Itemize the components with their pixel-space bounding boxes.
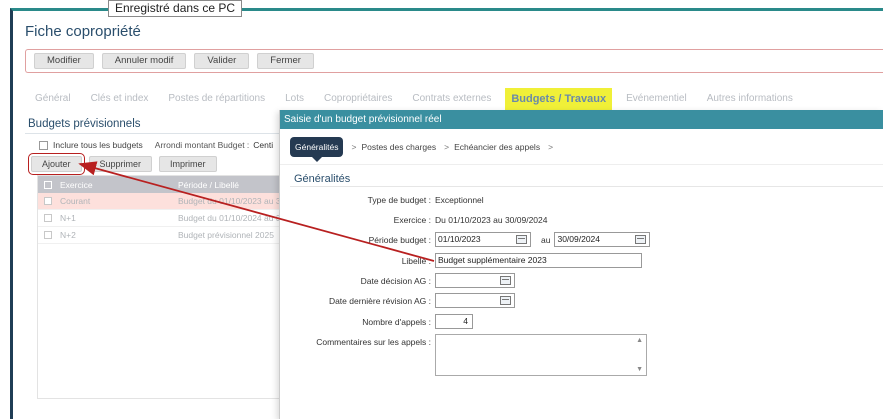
periode-start-field[interactable]: 01/10/2023 xyxy=(435,232,531,247)
libelle-label: Libellé : xyxy=(401,255,431,266)
type-label: Type de budget : xyxy=(367,195,431,205)
periode-au-label: au xyxy=(541,234,551,245)
budget-dialog: Saisie d'un budget prévisionnel réel Gén… xyxy=(279,110,883,419)
periode-start-value: 01/10/2023 xyxy=(438,234,481,244)
supprimer-button[interactable]: Supprimer xyxy=(88,156,153,172)
type-row: Type de budget : Exceptionnel xyxy=(280,195,484,205)
exercice-row: Exercice : Du 01/10/2023 au 30/09/2024 xyxy=(280,215,548,225)
scroll-down-icon[interactable]: ▼ xyxy=(636,366,643,373)
date-revision-row: Date dernière révision AG : xyxy=(280,293,515,308)
table-row[interactable]: Courant Budget du 01/10/2023 au 30/0 xyxy=(38,193,292,210)
dialog-steps: Généralités > Postes des charges > Echéa… xyxy=(280,129,883,165)
budget-list-buttons: Ajouter Supprimer Imprimer xyxy=(28,153,217,175)
grid-header: Exercice Période / Libellé xyxy=(38,176,292,193)
budgets-grid: Exercice Période / Libellé Courant Budge… xyxy=(37,175,293,399)
periode-end-field[interactable]: 30/09/2024 xyxy=(554,232,651,247)
calendar-icon[interactable] xyxy=(500,276,511,285)
table-row[interactable]: N+1 Budget du 01/10/2024 au 30/0 xyxy=(38,210,292,227)
dialog-title: Saisie d'un budget prévisionnel réel xyxy=(280,110,883,129)
step-generalites[interactable]: Généralités xyxy=(290,136,344,162)
date-revision-label: Date dernière révision AG : xyxy=(328,295,431,306)
valider-button[interactable]: Valider xyxy=(194,53,250,69)
tab-evenementiel[interactable]: Evénementiel xyxy=(616,85,697,113)
calendar-icon[interactable] xyxy=(516,235,527,244)
tab-coproprietaires[interactable]: Copropriétaires xyxy=(314,85,402,113)
fermer-button[interactable]: Fermer xyxy=(257,53,314,69)
type-value: Exceptionnel xyxy=(435,195,484,205)
budgets-section-title: Budgets prévisionnels xyxy=(28,118,141,130)
header-exercice[interactable]: Exercice xyxy=(60,180,93,190)
include-budgets-row: Inclure tous les budgets Arrondi montant… xyxy=(39,140,273,150)
chevron-right-icon: > xyxy=(548,141,554,152)
tab-autres-informations[interactable]: Autres informations xyxy=(697,85,803,113)
annuler-modif-button[interactable]: Annuler modif xyxy=(101,53,187,69)
step-echeancier[interactable]: Echéancier des appels xyxy=(454,142,540,152)
arrondi-label: Arrondi montant Budget : xyxy=(154,140,250,150)
row-exercice: N+1 xyxy=(60,213,76,223)
row-checkbox[interactable] xyxy=(44,214,52,222)
select-all-checkbox[interactable] xyxy=(44,180,52,189)
chevron-right-icon: > xyxy=(444,141,450,152)
step-postes-charges[interactable]: Postes des charges xyxy=(361,142,436,152)
date-revision-field[interactable] xyxy=(435,293,515,308)
main-toolbar: Modifier Annuler modif Valider Fermer xyxy=(25,49,883,73)
tab-lots[interactable]: Lots xyxy=(275,85,314,113)
libelle-input[interactable]: Budget supplémentaire 2023 xyxy=(435,253,642,268)
modifier-button[interactable]: Modifier xyxy=(34,53,94,69)
calendar-icon[interactable] xyxy=(500,296,511,305)
table-row[interactable]: N+2 Budget prévisionnel 2025 xyxy=(38,227,292,244)
nb-appels-row: Nombre d'appels : 4 xyxy=(280,314,473,329)
tab-contrats-externes[interactable]: Contrats externes xyxy=(402,85,501,113)
row-exercice: Courant xyxy=(60,196,91,206)
ajouter-button[interactable]: Ajouter xyxy=(28,153,85,175)
tab-general[interactable]: Général xyxy=(25,85,81,113)
date-decision-row: Date décision AG : xyxy=(280,273,515,288)
row-libelle: Budget prévisionnel 2025 xyxy=(178,230,274,240)
tab-cles-index[interactable]: Clés et index xyxy=(81,85,159,113)
save-tooltip: Enregistré dans ce PC xyxy=(108,0,243,17)
tab-budgets-travaux[interactable]: Budgets / Travaux xyxy=(505,88,613,110)
include-all-label: Inclure tous les budgets xyxy=(53,140,143,150)
periode-label: Période budget : xyxy=(368,234,431,245)
arrondi-value[interactable]: Centi xyxy=(253,140,273,150)
nb-appels-label: Nombre d'appels : xyxy=(362,316,431,327)
include-all-checkbox[interactable] xyxy=(39,140,48,150)
commentaires-label: Commentaires sur les appels : xyxy=(316,337,431,347)
commentaires-row: Commentaires sur les appels : ▲ ▼ xyxy=(280,334,647,376)
commentaires-textarea[interactable]: ▲ ▼ xyxy=(435,334,647,376)
exercice-label: Exercice : xyxy=(393,215,431,225)
dialog-section-title: Généralités xyxy=(294,173,351,185)
row-checkbox[interactable] xyxy=(44,231,52,239)
row-libelle: Budget du 01/10/2024 au 30/0 xyxy=(178,213,292,223)
periode-row: Période budget : 01/10/2023 au 30/09/202… xyxy=(280,232,651,247)
libelle-row: Libellé : Budget supplémentaire 2023 xyxy=(280,253,642,268)
row-libelle: Budget du 01/10/2023 au 30/0 xyxy=(178,196,292,206)
scroll-up-icon[interactable]: ▲ xyxy=(636,337,643,344)
chevron-right-icon: > xyxy=(351,141,357,152)
tab-bar: Général Clés et index Postes de répartit… xyxy=(25,85,883,113)
imprimer-button[interactable]: Imprimer xyxy=(159,156,217,172)
row-exercice: N+2 xyxy=(60,230,76,240)
section-divider xyxy=(25,133,293,134)
periode-end-value: 30/09/2024 xyxy=(557,234,601,244)
dialog-divider xyxy=(290,186,883,187)
date-decision-label: Date décision AG : xyxy=(360,275,431,286)
calendar-icon[interactable] xyxy=(635,235,647,244)
header-periode[interactable]: Période / Libellé xyxy=(178,180,292,190)
exercice-value: Du 01/10/2023 au 30/09/2024 xyxy=(435,215,548,225)
tab-postes-repartitions[interactable]: Postes de répartitions xyxy=(158,85,275,113)
row-checkbox[interactable] xyxy=(44,197,52,205)
nb-appels-input[interactable]: 4 xyxy=(435,314,473,329)
date-decision-field[interactable] xyxy=(435,273,515,288)
page-title: Fiche copropriété xyxy=(25,23,141,40)
